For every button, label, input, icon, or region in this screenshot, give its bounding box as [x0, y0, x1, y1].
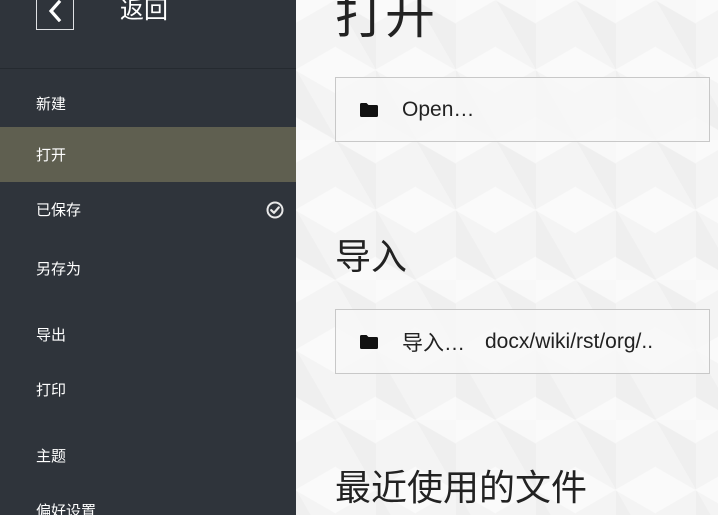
folder-icon — [360, 334, 378, 349]
sidebar-item-new[interactable]: 新建 — [0, 76, 296, 131]
import-file-button[interactable]: 导入… docx/wiki/rst/org/.. — [335, 309, 710, 374]
file-menu-view: 返回 新建 打开 已保存 另存为 导出 打印 主题 偏好设置 打开 Open… … — [0, 0, 718, 515]
recent-files-title: 最近使用的文件 — [335, 467, 588, 508]
open-file-label: Open… — [402, 97, 475, 121]
import-section-title: 导入 — [335, 236, 408, 277]
sidebar-item-theme[interactable]: 主题 — [0, 428, 296, 483]
sidebar-item-print[interactable]: 打印 — [0, 362, 296, 417]
sidebar-item-export[interactable]: 导出 — [0, 307, 296, 362]
sidebar-item-label: 导出 — [36, 327, 67, 344]
sidebar-item-label: 另存为 — [36, 261, 82, 278]
import-file-label: 导入… — [402, 331, 465, 355]
chevron-left-icon — [48, 0, 62, 22]
sidebar-item-label: 已保存 — [36, 202, 82, 219]
import-formats-label: docx/wiki/rst/org/.. — [485, 329, 654, 353]
check-circle-icon — [266, 201, 284, 218]
sidebar-item-label: 打开 — [36, 147, 67, 164]
folder-icon — [360, 102, 378, 117]
sidebar-item-save-as[interactable]: 另存为 — [0, 241, 296, 296]
back-area: 返回 — [0, 0, 296, 69]
back-button[interactable] — [36, 0, 74, 30]
sidebar-item-label: 打印 — [36, 382, 67, 399]
sidebar-item-label: 新建 — [36, 96, 67, 113]
open-file-button[interactable]: Open… — [335, 77, 710, 142]
sidebar-item-label: 主题 — [36, 448, 67, 465]
sidebar-item-label: 偏好设置 — [36, 503, 97, 515]
sidebar-item-open[interactable]: 打开 — [0, 127, 296, 182]
back-label[interactable]: 返回 — [120, 0, 168, 26]
sidebar: 返回 新建 打开 已保存 另存为 导出 打印 主题 偏好设置 — [0, 0, 296, 515]
open-section-title: 打开 — [335, 0, 435, 44]
sidebar-item-saved[interactable]: 已保存 — [0, 182, 296, 237]
sidebar-item-preferences[interactable]: 偏好设置 — [0, 483, 296, 515]
main-panel: 打开 Open… 导入 导入… docx/wiki/rst/org/.. 最近使… — [296, 0, 718, 515]
